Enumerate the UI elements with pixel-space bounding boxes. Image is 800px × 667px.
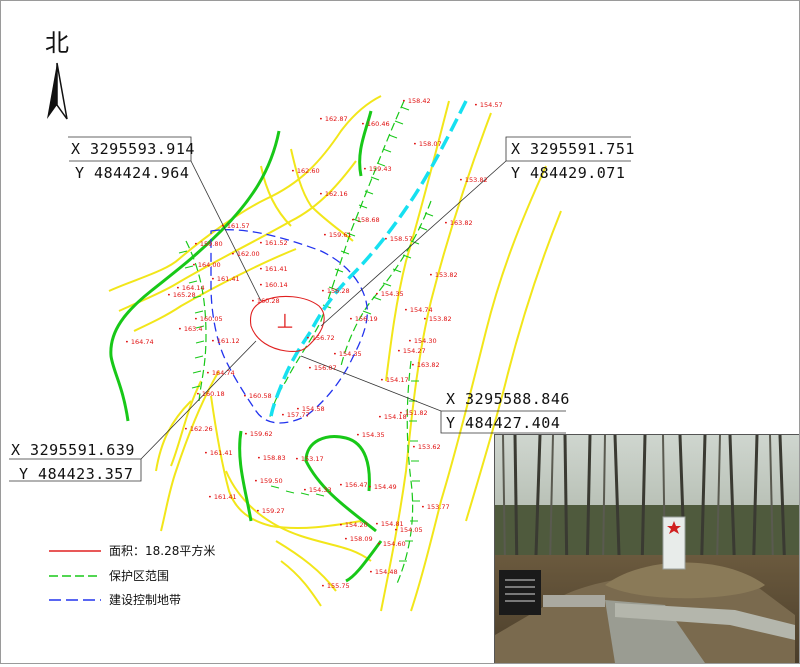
elevation-label: • 154.35 bbox=[375, 290, 404, 298]
site-photo bbox=[494, 434, 799, 663]
elevation-label: • 163.82 bbox=[444, 219, 473, 227]
elevation-label: • 158.68 bbox=[351, 216, 380, 224]
coord-y: Y 484423.357 bbox=[19, 465, 133, 483]
elevation-label: • 160.28 bbox=[251, 297, 280, 305]
elevation-label: • 164.74 bbox=[125, 338, 154, 346]
elevation-label: • 161.41 bbox=[211, 275, 240, 283]
north-arrow-icon bbox=[47, 62, 68, 120]
elevation-label: • 154.30 bbox=[408, 337, 437, 345]
elevation-label: • 158.42 bbox=[402, 97, 431, 105]
elevation-label: • 154.35 bbox=[356, 431, 385, 439]
elevation-label: • 161.12 bbox=[211, 337, 240, 345]
elevation-label: • 161.41 bbox=[204, 449, 233, 457]
elevation-label: • 156.19 bbox=[349, 315, 378, 323]
elevation-label: • 154.33 bbox=[303, 486, 332, 494]
elevation-label: • 153.17 bbox=[295, 455, 324, 463]
elevation-label: • 153.77 bbox=[421, 503, 450, 511]
coord-y: Y 484427.404 bbox=[446, 414, 560, 432]
elevation-label: • 160.14 bbox=[259, 281, 288, 289]
elevation-label: • 154.49 bbox=[368, 483, 397, 491]
elevation-label: • 160.18 bbox=[196, 390, 225, 398]
coord-y: Y 484424.964 bbox=[75, 164, 189, 182]
elevation-label: • 155.75 bbox=[321, 582, 350, 590]
legend-label-protection: 保护区范围 bbox=[109, 569, 169, 583]
coord-y: Y 484429.071 bbox=[511, 164, 625, 182]
legend: 面积：18.28平方米 保护区范围 建设控制地带 bbox=[49, 543, 215, 607]
elevation-label: • 156.07 bbox=[308, 364, 337, 372]
elevation-label: • 162.60 bbox=[291, 167, 320, 175]
elevation-label: • 153.82 bbox=[429, 271, 458, 279]
north-label: 北 bbox=[45, 29, 69, 57]
elevation-label: • 161.57 bbox=[221, 222, 250, 230]
site-symbol: 丄 bbox=[277, 312, 293, 331]
elevation-label: • 161.41 bbox=[208, 493, 237, 501]
elevation-label: • 163.82 bbox=[411, 361, 440, 369]
elevation-label: • 158.83 bbox=[257, 454, 286, 462]
elevation-label: • 154.35 bbox=[333, 350, 362, 358]
elevation-label: • 154.17 bbox=[380, 376, 409, 384]
elevation-label: • 153.82 bbox=[423, 315, 452, 323]
elevation-label: • 162.87 bbox=[319, 115, 348, 123]
elevation-label: • 164.74 bbox=[206, 369, 235, 377]
elevation-label: • 159.43 bbox=[363, 165, 392, 173]
elevation-label: • 160.05 bbox=[194, 315, 223, 323]
elevation-label: • 151.82 bbox=[399, 409, 428, 417]
elevation-label: • 161.41 bbox=[259, 265, 288, 273]
legend-label-control: 建设控制地带 bbox=[109, 593, 181, 607]
elevation-label: • 156.28 bbox=[321, 287, 350, 295]
coord-x: X 3295593.914 bbox=[71, 140, 195, 158]
elevation-label: • 162.26 bbox=[184, 425, 213, 433]
elevation-label: • 154.57 bbox=[474, 101, 503, 109]
elevation-label: • 154.48 bbox=[369, 568, 398, 576]
elevation-label: • 158.57 bbox=[384, 235, 413, 243]
elevation-label: • 158.09 bbox=[344, 535, 373, 543]
elevation-label: • 159.80 bbox=[194, 240, 223, 248]
elevation-label: • 164.00 bbox=[192, 261, 221, 269]
coord-x: X 3295591.639 bbox=[11, 441, 135, 459]
coord-x: X 3295591.751 bbox=[511, 140, 635, 158]
elevation-label: • 159.50 bbox=[254, 477, 283, 485]
coord-x: X 3295588.846 bbox=[446, 390, 570, 408]
elevation-label: • 157.77 bbox=[281, 411, 310, 419]
elevation-label: • 160.58 bbox=[243, 392, 272, 400]
contour-line bbox=[260, 165, 292, 227]
elevation-label: • 161.52 bbox=[259, 239, 288, 247]
leader-line bbox=[320, 160, 631, 327]
elevation-label: • 162.16 bbox=[319, 190, 348, 198]
elevation-label: • 154.27 bbox=[397, 347, 426, 355]
elevation-label: • 154.74 bbox=[404, 306, 433, 314]
elevation-label: • 154.20 bbox=[339, 521, 368, 529]
elevation-label: • 154.60 bbox=[377, 540, 406, 548]
elevation-label: • 159.61 bbox=[323, 231, 352, 239]
contour-line bbox=[238, 430, 253, 522]
elevation-label: • 159.62 bbox=[244, 430, 273, 438]
elevation-label: • 156.72 bbox=[306, 334, 335, 342]
elevation-label: • 163.4 bbox=[178, 325, 203, 333]
legend-label-area: 面积：18.28平方米 bbox=[109, 543, 215, 558]
elevation-label: • 154.05 bbox=[394, 526, 423, 534]
elevation-label: • 160.46 bbox=[361, 120, 390, 128]
elevation-label: • 165.28 bbox=[167, 291, 196, 299]
memorial-photo-image bbox=[495, 435, 799, 663]
elevation-label: • 153.62 bbox=[412, 443, 441, 451]
elevation-label: • 158.07 bbox=[413, 140, 442, 148]
elevation-label: • 162.00 bbox=[231, 250, 260, 258]
elevation-label: • 153.82 bbox=[459, 176, 488, 184]
elevation-label: • 159.27 bbox=[256, 507, 285, 515]
elevation-label: • 156.47 bbox=[339, 481, 368, 489]
